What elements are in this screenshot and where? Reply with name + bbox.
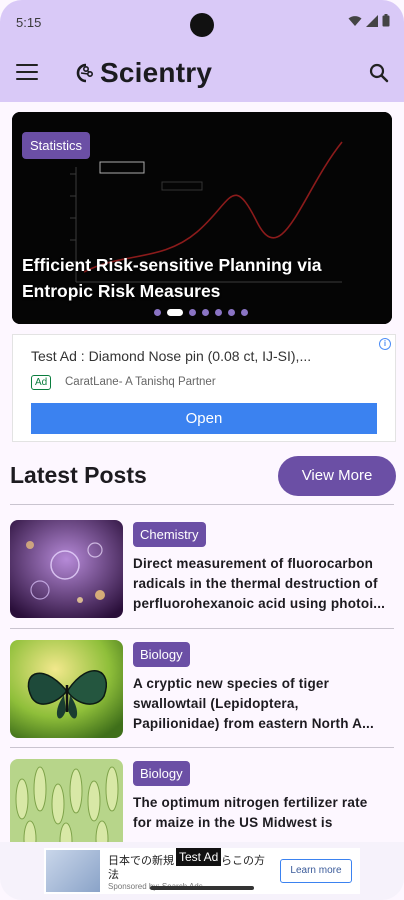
- ad-title[interactable]: Test Ad : Diamond Nose pin (0.08 ct, IJ-…: [31, 348, 311, 364]
- carousel-dot[interactable]: [154, 309, 161, 316]
- signal-icon: [366, 14, 378, 27]
- ad-advertiser: CaratLane- A Tanishq Partner: [65, 376, 216, 388]
- phone-screen: 5:15 Scientry Statistics Efficient Risk-…: [0, 0, 404, 900]
- banner-ad-image: [46, 850, 100, 892]
- test-ad-label: Test Ad: [176, 848, 222, 866]
- scientry-logo-icon: [76, 63, 93, 83]
- banner-ad-learn-more-button[interactable]: Learn more: [280, 859, 352, 883]
- app-bar: Scientry: [0, 46, 404, 102]
- view-more-button[interactable]: View More: [278, 456, 396, 496]
- camera-cutout: [190, 13, 214, 37]
- carousel-dot[interactable]: [228, 309, 235, 316]
- post-item[interactable]: Biology A cryptic new species of tiger s…: [10, 640, 394, 740]
- search-icon[interactable]: [368, 62, 390, 84]
- carousel-dot[interactable]: [189, 309, 196, 316]
- carousel-dot[interactable]: [215, 309, 222, 316]
- post-category-badge[interactable]: Biology: [133, 642, 190, 667]
- carousel-title[interactable]: Efficient Risk-sensitive Planning via En…: [22, 252, 387, 304]
- divider: [10, 504, 394, 505]
- ad-open-button[interactable]: Open: [31, 403, 377, 434]
- brand: Scientry: [70, 57, 212, 89]
- featured-carousel[interactable]: Statistics Efficient Risk-sensitive Plan…: [12, 112, 392, 324]
- native-ad[interactable]: Test Ad : Diamond Nose pin (0.08 ct, IJ-…: [12, 334, 396, 442]
- battery-icon: [382, 14, 390, 27]
- post-image-butterfly: [10, 640, 123, 738]
- post-title[interactable]: A cryptic new species of tiger swallowta…: [133, 674, 395, 734]
- gesture-bar[interactable]: [150, 886, 254, 890]
- post-thumbnail[interactable]: [10, 520, 123, 618]
- ad-info-icon[interactable]: i: [379, 338, 391, 350]
- post-item[interactable]: Chemistry Direct measurement of fluoroca…: [10, 520, 394, 620]
- ad-badge: Ad: [31, 375, 52, 390]
- divider: [10, 747, 394, 748]
- menu-icon[interactable]: [16, 64, 38, 82]
- carousel-dot[interactable]: [202, 309, 209, 316]
- app-title: Scientry: [100, 57, 213, 88]
- status-time: 5:15: [16, 15, 42, 30]
- post-thumbnail[interactable]: [10, 640, 123, 738]
- status-bar: 5:15: [0, 0, 404, 46]
- carousel-category-badge[interactable]: Statistics: [22, 132, 91, 159]
- post-title[interactable]: Direct measurement of fluorocarbon radic…: [133, 554, 395, 614]
- carousel-dot[interactable]: [241, 309, 248, 316]
- post-image-bubbles: [10, 520, 123, 618]
- carousel-dot-active[interactable]: [167, 309, 183, 316]
- divider: [10, 628, 394, 629]
- post-category-badge[interactable]: Biology: [133, 761, 190, 786]
- wifi-icon: [348, 15, 362, 26]
- status-icons: [348, 14, 390, 27]
- post-category-badge[interactable]: Chemistry: [133, 522, 206, 547]
- latest-posts-heading: Latest Posts: [10, 462, 147, 488]
- carousel-indicator: [154, 309, 248, 316]
